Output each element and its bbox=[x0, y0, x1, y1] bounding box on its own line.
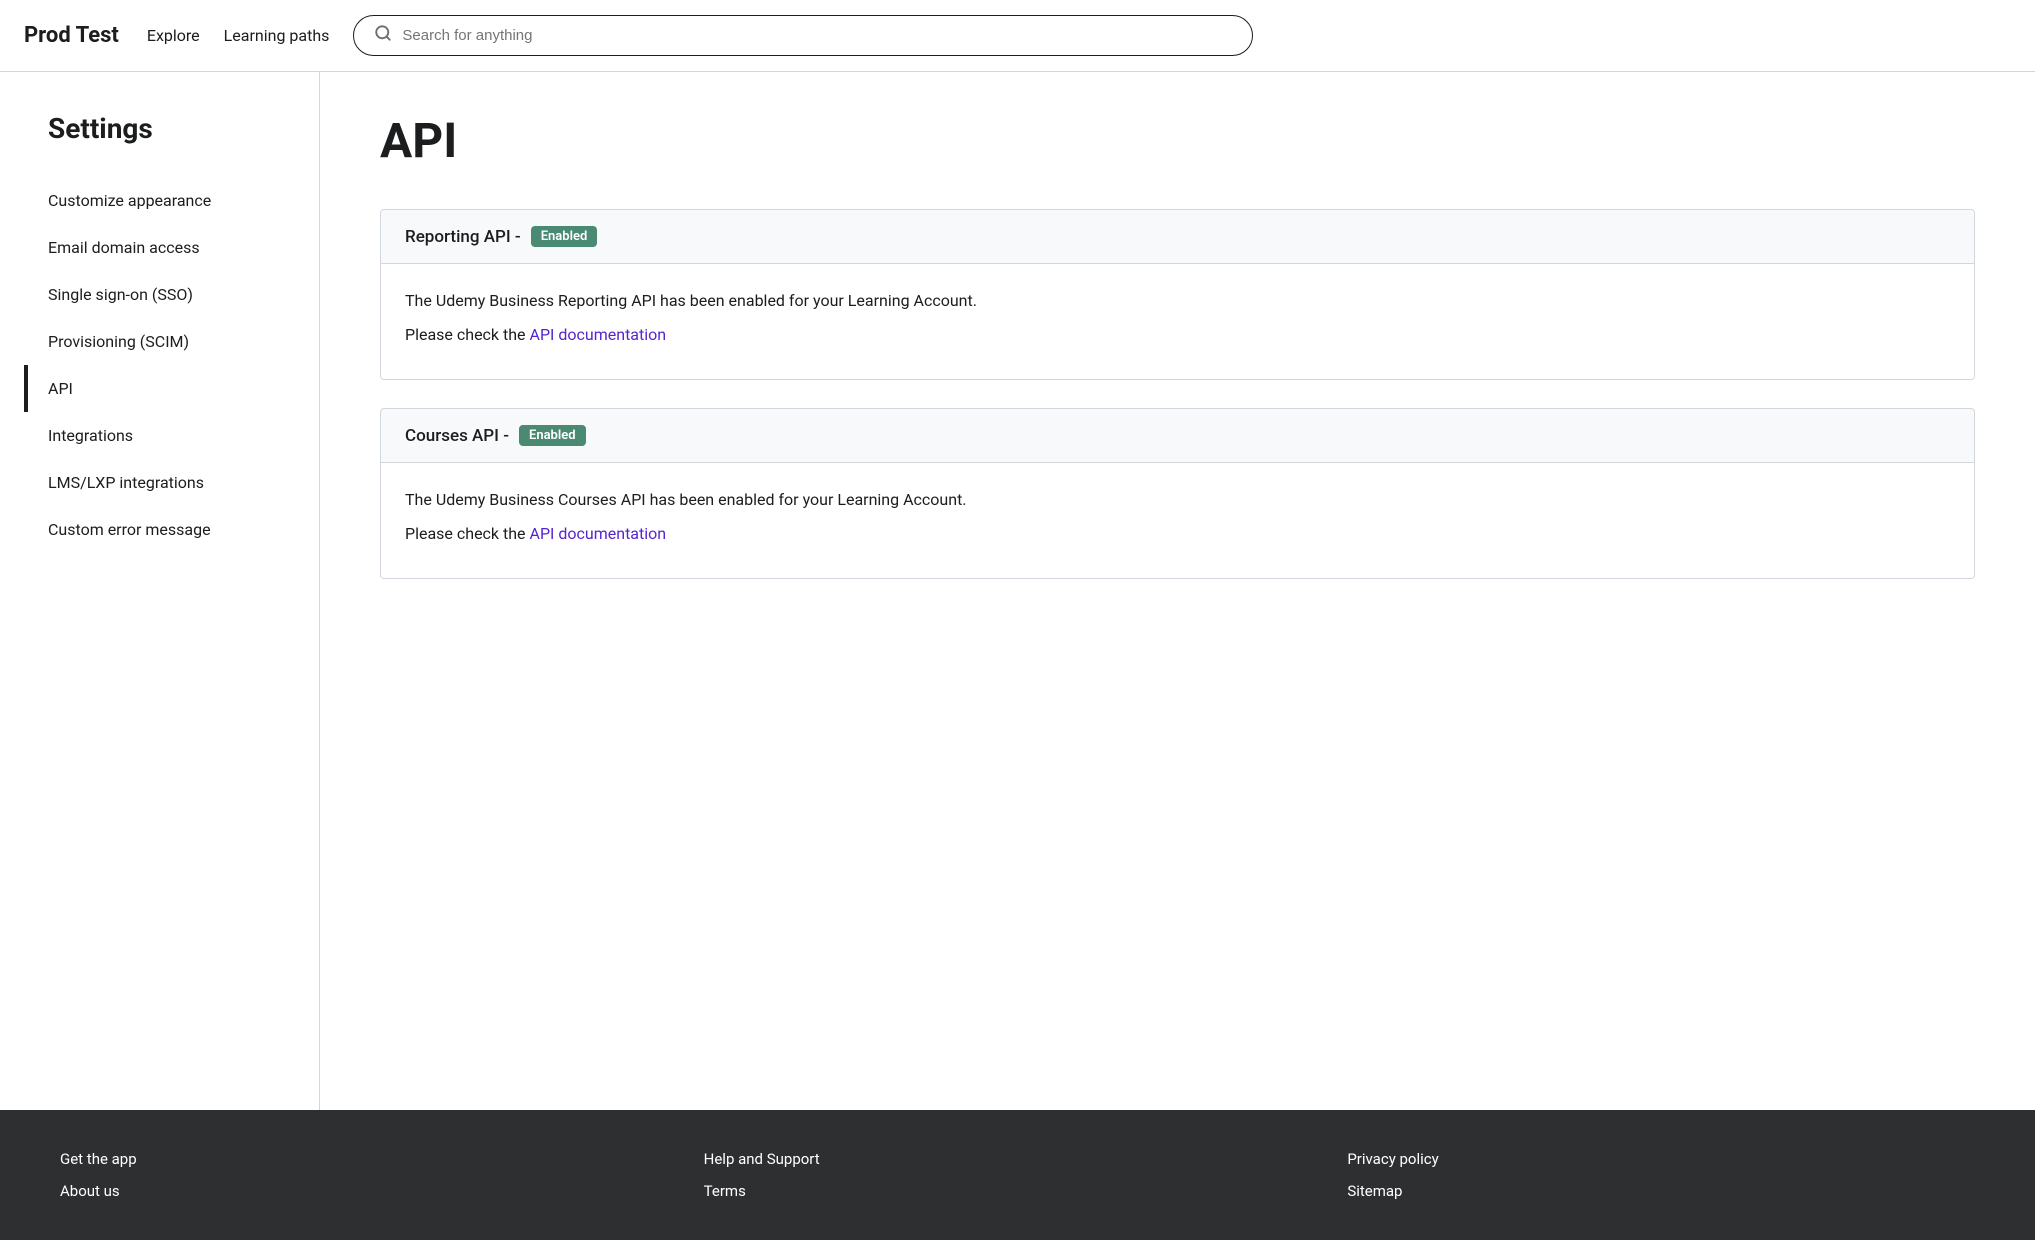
reporting-api-header-text: Reporting API - bbox=[405, 227, 521, 247]
footer-link-about-us[interactable]: About us bbox=[60, 1182, 688, 1200]
page-title: API bbox=[380, 112, 1975, 169]
reporting-api-body: The Udemy Business Reporting API has bee… bbox=[381, 264, 1974, 379]
footer-link-privacy-policy[interactable]: Privacy policy bbox=[1347, 1150, 1975, 1168]
courses-api-card: Courses API - Enabled The Udemy Business… bbox=[380, 408, 1975, 579]
courses-api-body-line2: Please check the API documentation bbox=[405, 521, 1950, 547]
courses-api-prefix: Please check the bbox=[405, 524, 530, 543]
sidebar-item-api[interactable]: API bbox=[48, 365, 295, 412]
footer: Get the app About us Help and Support Te… bbox=[0, 1110, 2035, 1240]
courses-api-header: Courses API - Enabled bbox=[381, 409, 1974, 463]
courses-api-body-line1: The Udemy Business Courses API has been … bbox=[405, 487, 1950, 513]
footer-link-help-support[interactable]: Help and Support bbox=[704, 1150, 1332, 1168]
content-area: API Reporting API - Enabled The Udemy Bu… bbox=[320, 72, 2035, 1110]
footer-col-3: Privacy policy Sitemap bbox=[1347, 1150, 1975, 1200]
footer-col-2: Help and Support Terms bbox=[704, 1150, 1332, 1200]
main-layout: Settings Customize appearance Email doma… bbox=[0, 72, 2035, 1110]
header-nav: Explore Learning paths bbox=[147, 26, 330, 45]
reporting-api-card: Reporting API - Enabled The Udemy Busine… bbox=[380, 209, 1975, 380]
footer-col-1: Get the app About us bbox=[60, 1150, 688, 1200]
courses-api-doc-link[interactable]: API documentation bbox=[530, 524, 667, 543]
reporting-api-doc-link[interactable]: API documentation bbox=[530, 325, 667, 344]
sidebar-item-customize-appearance[interactable]: Customize appearance bbox=[48, 177, 295, 224]
sidebar-item-custom-error[interactable]: Custom error message bbox=[48, 506, 295, 553]
sidebar-item-lms-lxp[interactable]: LMS/LXP integrations bbox=[48, 459, 295, 506]
reporting-api-body-line1: The Udemy Business Reporting API has bee… bbox=[405, 288, 1950, 314]
sidebar-nav: Customize appearance Email domain access… bbox=[48, 177, 295, 553]
nav-explore[interactable]: Explore bbox=[147, 26, 200, 45]
sidebar: Settings Customize appearance Email doma… bbox=[0, 72, 320, 1110]
logo[interactable]: Prod Test bbox=[24, 23, 119, 48]
sidebar-item-provisioning[interactable]: Provisioning (SCIM) bbox=[48, 318, 295, 365]
reporting-api-prefix: Please check the bbox=[405, 325, 530, 344]
sidebar-title: Settings bbox=[48, 112, 295, 145]
courses-api-badge: Enabled bbox=[519, 425, 586, 446]
search-input[interactable] bbox=[402, 27, 1232, 44]
search-icon bbox=[374, 24, 392, 47]
courses-api-header-text: Courses API - bbox=[405, 426, 509, 446]
courses-api-body: The Udemy Business Courses API has been … bbox=[381, 463, 1974, 578]
sidebar-item-integrations[interactable]: Integrations bbox=[48, 412, 295, 459]
footer-grid: Get the app About us Help and Support Te… bbox=[60, 1150, 1975, 1200]
header: Prod Test Explore Learning paths bbox=[0, 0, 2035, 72]
nav-learning-paths[interactable]: Learning paths bbox=[224, 26, 330, 45]
sidebar-item-sso[interactable]: Single sign-on (SSO) bbox=[48, 271, 295, 318]
reporting-api-badge: Enabled bbox=[531, 226, 598, 247]
footer-link-terms[interactable]: Terms bbox=[704, 1182, 1332, 1200]
reporting-api-body-line2: Please check the API documentation bbox=[405, 322, 1950, 348]
footer-link-get-the-app[interactable]: Get the app bbox=[60, 1150, 688, 1168]
search-bar bbox=[353, 15, 1253, 56]
sidebar-item-email-domain-access[interactable]: Email domain access bbox=[48, 224, 295, 271]
footer-link-sitemap[interactable]: Sitemap bbox=[1347, 1182, 1975, 1200]
reporting-api-header: Reporting API - Enabled bbox=[381, 210, 1974, 264]
